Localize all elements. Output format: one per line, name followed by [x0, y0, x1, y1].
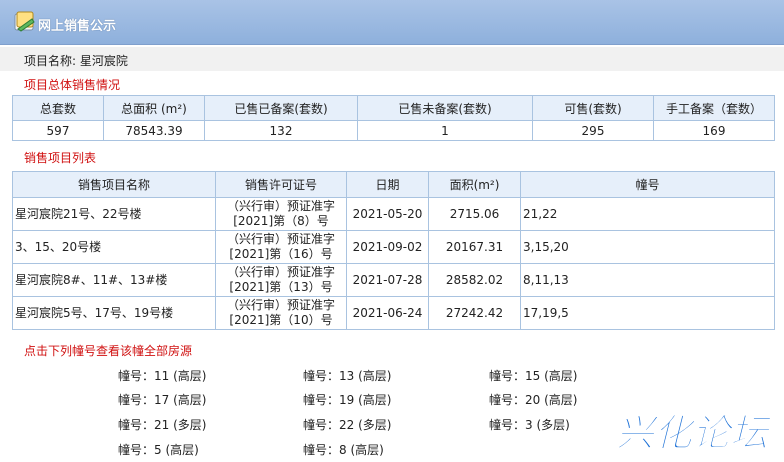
page-title: 网上销售公示 [38, 19, 117, 34]
watermark-text: 兴化论坛 [616, 411, 773, 455]
list-header-cell: 销售许可证号 [215, 171, 347, 198]
forum-watermark-logo: 兴化论坛 [616, 411, 774, 456]
table-row: 3、15、20号楼 （兴行审）预证准字 [2021]第（16）号 2021-09-… [12, 230, 775, 264]
summary-header-cell: 已售未备案(套数) [357, 95, 533, 121]
permit-line: （兴行审）预证准字 [226, 199, 335, 213]
building-numbers-cell: 3,15,20 [520, 230, 775, 264]
summary-value-cell: 597 [12, 120, 104, 141]
permit-cell: （兴行审）预证准字 [2021]第（16）号 [215, 230, 347, 264]
building-link[interactable]: 幢号：15 (高层) [489, 367, 577, 384]
list-header-row: 销售项目名称 销售许可证号 日期 面积(m²) 幢号 [12, 171, 775, 198]
summary-header-cell: 总面积 (m²) [103, 95, 205, 121]
area-cell: 28582.02 [428, 263, 521, 297]
project-name-value: 星河宸院 [79, 54, 128, 68]
summary-value-cell: 132 [204, 120, 358, 141]
summary-section-title: 项目总体销售情况 [24, 78, 121, 92]
project-name-cell[interactable]: 星河宸院5号、17号、19号楼 [12, 296, 216, 330]
building-link[interactable]: 幢号：3 (多层) [489, 416, 570, 433]
area-cell: 2715.06 [428, 197, 521, 231]
summary-header-cell: 手工备案（套数） [653, 95, 775, 121]
permit-cell: （兴行审）预证准字 [2021]第（13）号 [215, 263, 347, 297]
date-cell: 2021-09-02 [346, 230, 429, 264]
building-link[interactable]: 幢号：5 (高层) [118, 441, 199, 458]
building-link[interactable]: 幢号：22 (多层) [303, 416, 391, 433]
list-header-cell: 销售项目名称 [12, 171, 216, 198]
table-row: 星河宸院8#、11#、13#楼 （兴行审）预证准字 [2021]第（13）号 20… [12, 263, 775, 297]
building-link[interactable]: 幢号：11 (高层) [118, 367, 206, 384]
permit-line: （兴行审）预证准字 [226, 232, 335, 246]
summary-header-cell: 已售已备案(套数) [204, 95, 358, 121]
permit-line: （兴行审）预证准字 [226, 298, 335, 312]
permit-line: （兴行审）预证准字 [226, 265, 335, 279]
permit-cell: （兴行审）预证准字 [2021]第（8）号 [215, 197, 347, 231]
list-header-cell: 幢号 [520, 171, 775, 198]
list-header-cell: 面积(m²) [428, 171, 521, 198]
area-cell: 27242.42 [428, 296, 521, 330]
summary-value-cell: 295 [532, 120, 654, 141]
date-cell: 2021-06-24 [346, 296, 429, 330]
summary-table: 总套数 总面积 (m²) 已售已备案(套数) 已售未备案(套数) 可售(套数) … [12, 95, 775, 141]
summary-value-cell: 169 [653, 120, 775, 141]
date-cell: 2021-05-20 [346, 197, 429, 231]
table-row: 星河宸院5号、17号、19号楼 （兴行审）预证准字 [2021]第（10）号 20… [12, 296, 775, 330]
building-numbers-cell: 8,11,13 [520, 263, 775, 297]
notebook-icon [14, 11, 35, 32]
project-name-cell[interactable]: 星河宸院21号、22号楼 [12, 197, 216, 231]
building-numbers-cell: 17,19,5 [520, 296, 775, 330]
permit-line: [2021]第（13）号 [229, 280, 333, 294]
list-header-cell: 日期 [346, 171, 429, 198]
permit-line: [2021]第（10）号 [229, 313, 333, 327]
buildings-section-title: 点击下列幢号查看该幢全部房源 [24, 344, 193, 358]
project-name-cell[interactable]: 星河宸院8#、11#、13#楼 [12, 263, 216, 297]
building-numbers-cell: 21,22 [520, 197, 775, 231]
date-cell: 2021-07-28 [346, 263, 429, 297]
building-link[interactable]: 幢号：19 (高层) [303, 391, 391, 408]
project-name: 项目名称: 星河宸院 [24, 52, 128, 69]
table-row: 星河宸院21号、22号楼 （兴行审）预证准字 [2021]第（8）号 2021-0… [12, 197, 775, 231]
summary-value-row: 597 78543.39 132 1 295 169 [12, 120, 775, 141]
permit-line: [2021]第（16）号 [229, 247, 333, 261]
project-name-label: 项目名称: [24, 54, 77, 68]
permit-cell: （兴行审）预证准字 [2021]第（10）号 [215, 296, 347, 330]
list-section-title: 销售项目列表 [24, 151, 97, 165]
summary-value-cell: 1 [357, 120, 533, 141]
summary-header-row: 总套数 总面积 (m²) 已售已备案(套数) 已售未备案(套数) 可售(套数) … [12, 95, 775, 121]
building-link[interactable]: 幢号：21 (多层) [118, 416, 206, 433]
building-link[interactable]: 幢号：17 (高层) [118, 391, 206, 408]
area-cell: 20167.31 [428, 230, 521, 264]
permit-line: [2021]第（8）号 [233, 214, 329, 228]
summary-header-cell: 可售(套数) [532, 95, 654, 121]
summary-value-cell: 78543.39 [103, 120, 205, 141]
building-link[interactable]: 幢号：8 (高层) [303, 441, 384, 458]
summary-header-cell: 总套数 [12, 95, 104, 121]
header-bar: 网上销售公示 [0, 0, 784, 45]
project-name-cell[interactable]: 3、15、20号楼 [12, 230, 216, 264]
building-link[interactable]: 幢号：13 (高层) [303, 367, 391, 384]
sales-project-table: 销售项目名称 销售许可证号 日期 面积(m²) 幢号 星河宸院21号、22号楼 … [12, 171, 775, 330]
building-link[interactable]: 幢号：20 (高层) [489, 391, 577, 408]
